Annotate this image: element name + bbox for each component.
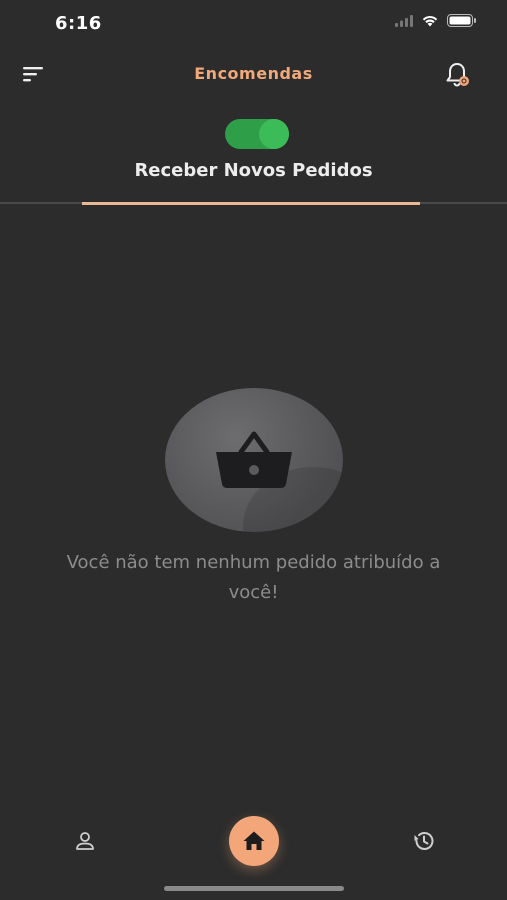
nav-history-button[interactable] <box>412 829 436 853</box>
status-time: 6:16 <box>55 13 102 34</box>
page-title: Encomendas <box>194 64 313 83</box>
notifications-button[interactable] <box>443 61 473 91</box>
nav-home-button[interactable] <box>229 816 279 866</box>
status-bar: 6:16 <box>0 0 507 48</box>
home-icon <box>243 831 265 850</box>
history-icon <box>414 832 434 850</box>
tab-indicator <box>82 202 420 205</box>
empty-state-message: Você não tem nenhum pedido atribuído a v… <box>66 552 441 603</box>
toggle-label: Receber Novos Pedidos <box>134 160 373 181</box>
toggle-knob <box>259 119 289 149</box>
profile-icon <box>76 832 94 850</box>
receive-orders-toggle[interactable] <box>225 119 289 149</box>
shopping-basket-icon <box>216 431 292 488</box>
signal-icon <box>395 14 413 27</box>
app-header: Encomendas <box>0 55 507 95</box>
wifi-icon <box>422 15 438 27</box>
bell-icon <box>446 63 469 87</box>
battery-icon <box>447 14 476 27</box>
home-indicator <box>164 886 344 891</box>
bottom-navigation <box>0 810 507 870</box>
status-icons <box>395 14 477 27</box>
nav-profile-button[interactable] <box>74 830 96 852</box>
